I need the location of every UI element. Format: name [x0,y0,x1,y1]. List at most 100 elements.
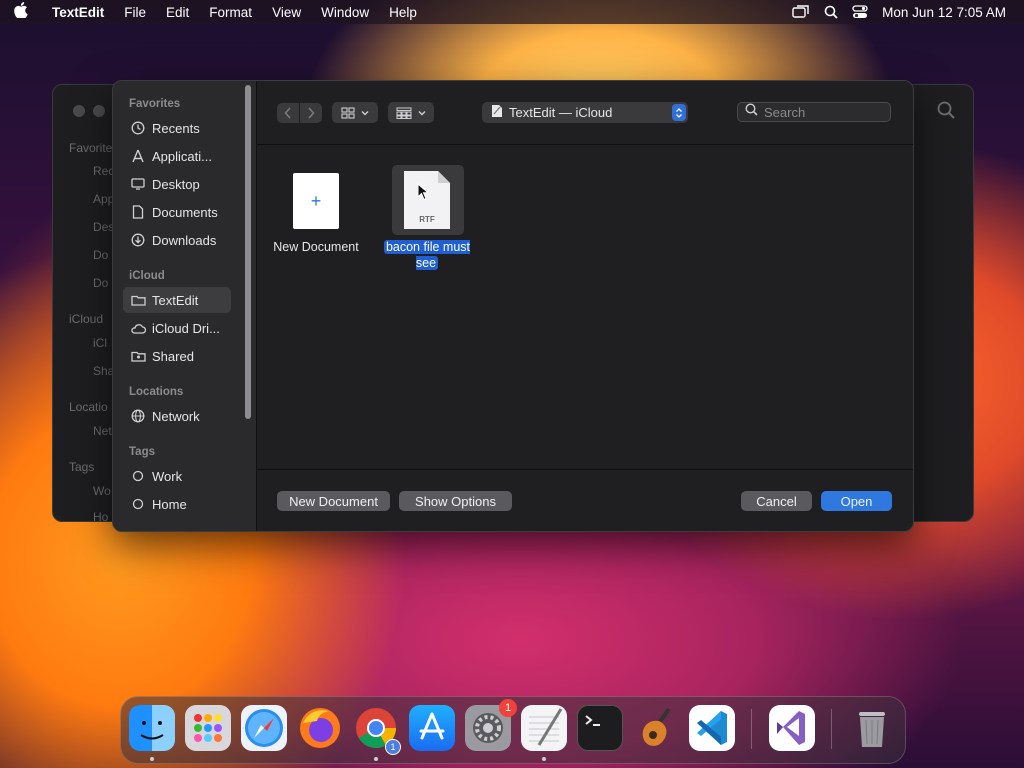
menu-file[interactable]: File [114,5,156,20]
dialog-content: TextEdit — iCloud + New Document RTF bac… [257,81,913,531]
sidebar-item-label: Downloads [152,232,217,248]
sidebar-item-recents[interactable]: Recents [123,115,231,141]
menu-clock[interactable]: Mon Jun 12 7:05 AM [882,5,1006,20]
control-center-icon[interactable] [852,5,868,19]
navigation-buttons [277,103,322,123]
background-sidebar: Favorite Rec App Des Do Do iCloud iCl Sh… [53,85,115,524]
sidebar-scrollbar[interactable] [245,85,251,419]
back-button[interactable] [277,103,299,123]
document-icon [130,204,146,220]
garageband-icon[interactable] [633,705,679,751]
cancel-button[interactable]: Cancel [741,491,812,511]
group-mode-button[interactable] [388,102,434,123]
show-options-button[interactable]: Show Options [399,491,512,511]
chevron-right-icon [308,107,315,119]
network-icon [130,408,146,424]
menu-format[interactable]: Format [199,5,262,20]
open-file-dialog: Favorites Recents Applicati... Desktop D… [112,80,914,532]
bg-sidebar-text: iCloud [69,312,104,326]
menu-app-name[interactable]: TextEdit [42,5,114,20]
sidebar-item-label: TextEdit [152,292,199,308]
dock-separator [831,709,832,749]
new-document-button[interactable]: New Document [277,491,390,511]
menu-window[interactable]: Window [311,5,379,20]
mouse-cursor-icon [417,183,429,201]
view-mode-button[interactable] [332,102,378,123]
sidebar-item-label: Home [152,496,187,512]
folder-icon [130,292,146,308]
clock-icon [130,120,146,136]
sidebar-item-tag-work[interactable]: Work [123,463,231,489]
system-settings-icon[interactable]: 1 [465,699,517,751]
bg-sidebar-text: Locatio [69,400,108,414]
safari-icon[interactable] [241,705,287,751]
vscode-icon[interactable] [689,705,735,751]
firefox-icon[interactable] [297,705,343,751]
screen-mirroring-icon[interactable] [792,5,810,19]
shared-folder-icon [130,348,146,364]
bg-sidebar-text: iCl [93,336,107,350]
sidebar-item-label: Desktop [152,176,200,192]
updown-chevron-icon [672,104,686,121]
bg-sidebar-text: Do [93,248,109,262]
search-icon[interactable] [937,101,955,124]
rtf-badge-text: RTF [419,215,435,224]
sidebar-item-icloud-drive[interactable]: iCloud Dri... [123,315,231,341]
tags-header: Tags [129,446,155,458]
plus-icon: + [310,190,322,211]
sidebar-item-shared[interactable]: Shared [123,343,231,369]
locations-header: Locations [129,386,184,398]
sidebar-item-tag-home[interactable]: Home [123,491,231,517]
sidebar-item-label: Work [152,468,183,484]
icloud-header: iCloud [129,270,165,282]
visual-studio-icon[interactable] [769,705,815,751]
chevron-left-icon [284,107,291,119]
new-document-label: New Document [273,240,359,254]
sidebar-item-textedit[interactable]: TextEdit [123,287,231,313]
search-field[interactable] [737,102,891,122]
textedit-icon[interactable] [521,705,567,751]
chrome-icon[interactable]: 1 [353,705,401,755]
sidebar-item-documents[interactable]: Documents [123,199,231,225]
running-indicator [374,757,378,761]
launchpad-icon[interactable] [185,705,231,751]
search-icon [745,103,758,121]
download-icon [130,232,146,248]
running-indicator [542,757,546,761]
rtf-file-item[interactable]: RTF [392,165,464,235]
apple-menu-icon[interactable] [0,2,42,22]
dock-separator [751,709,752,749]
sidebar-item-label: Recents [152,120,200,136]
new-document-item[interactable]: + [293,173,339,229]
favorites-header: Favorites [129,98,181,110]
rtf-file-name: bacon file must see [381,239,473,271]
bg-sidebar-text: Tags [69,460,95,474]
menu-edit[interactable]: Edit [156,5,199,20]
forward-button[interactable] [300,103,322,123]
chevron-down-icon [418,110,426,115]
open-button[interactable]: Open [821,491,892,511]
sidebar-item-label: Shared [152,348,194,364]
bg-sidebar-text: Ho [93,510,109,524]
sidebar-item-applications[interactable]: Applicati... [123,143,231,169]
bg-sidebar-text: Favorite [69,141,113,155]
terminal-icon[interactable] [577,705,623,751]
sidebar-item-network[interactable]: Network [123,403,231,429]
search-input[interactable] [764,104,884,120]
spotlight-search-icon[interactable] [824,5,838,19]
sidebar-item-downloads[interactable]: Downloads [123,227,231,253]
location-label: TextEdit — iCloud [509,105,613,120]
menu-view[interactable]: View [262,5,311,20]
finder-icon[interactable] [129,705,175,751]
sidebar-item-label: Network [152,408,200,424]
sidebar-item-label: Applicati... [152,148,212,164]
trash-icon[interactable] [849,705,895,751]
sidebar-item-desktop[interactable]: Desktop [123,171,231,197]
location-popup[interactable]: TextEdit — iCloud [482,102,688,123]
bg-sidebar-text: Do [93,276,109,290]
app-store-icon[interactable] [409,705,455,751]
bg-sidebar-text: Wo [93,484,111,498]
menu-help[interactable]: Help [379,5,427,20]
desktop-icon [130,176,146,192]
group-grid-icon [396,107,412,119]
